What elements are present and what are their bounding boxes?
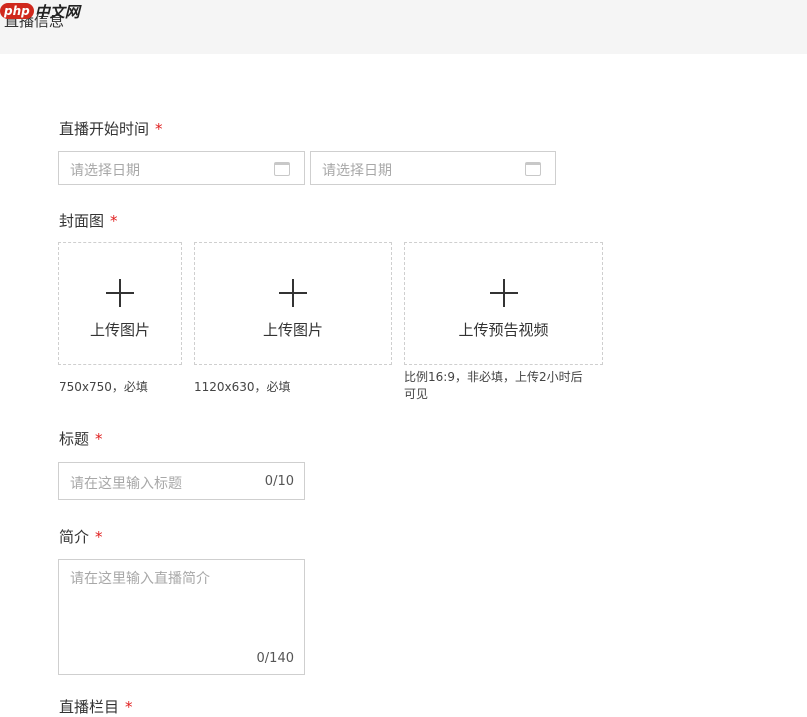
required-mark: * xyxy=(155,120,163,138)
title-placeholder: 请在这里输入标题 xyxy=(70,476,182,492)
cover-label: 封面图 * xyxy=(59,210,118,231)
end-date-picker[interactable]: 请选择日期 xyxy=(310,151,556,185)
plus-icon xyxy=(489,279,518,307)
intro-label-text: 简介 xyxy=(59,528,90,546)
title-char-counter: 0/10 xyxy=(264,474,294,489)
plus-icon xyxy=(279,279,307,307)
title-label-text: 标题 xyxy=(59,430,90,448)
category-label-text: 直播栏目 xyxy=(59,698,120,716)
title-label: 标题 * xyxy=(59,428,103,449)
preview-video-hint: 比例16:9，非必填，上传2小时后可见 xyxy=(404,370,583,401)
cover-label-text: 封面图 xyxy=(59,212,105,230)
intro-textarea[interactable]: 请在这里输入直播简介 0/140 xyxy=(58,559,305,675)
upload-cover-square-label: 上传图片 xyxy=(89,321,150,339)
start-time-label-text: 直播开始时间 xyxy=(59,120,150,138)
required-mark: * xyxy=(110,212,118,230)
upload-cover-square[interactable]: 上传图片 xyxy=(58,242,182,365)
cover-square-hint: 750x750，必填 xyxy=(59,380,148,394)
upload-preview-video-label: 上传预告视频 xyxy=(458,321,549,339)
intro-char-counter: 0/140 xyxy=(256,651,294,666)
upload-preview-video[interactable]: 上传预告视频 xyxy=(404,242,603,365)
site-watermark-logo: php 中文网 xyxy=(0,0,80,22)
upload-cover-wide[interactable]: 上传图片 xyxy=(194,242,392,365)
category-label: 直播栏目 * xyxy=(59,696,133,717)
upload-cover-wide-label: 上传图片 xyxy=(262,321,323,339)
plus-icon xyxy=(106,279,134,307)
start-date-placeholder: 请选择日期 xyxy=(70,163,140,179)
cover-wide-hint: 1120x630，必填 xyxy=(194,380,291,394)
watermark-php: php xyxy=(0,3,34,19)
required-mark: * xyxy=(95,528,103,546)
intro-placeholder: 请在这里输入直播简介 xyxy=(70,571,210,587)
required-mark: * xyxy=(125,698,133,716)
end-date-placeholder: 请选择日期 xyxy=(322,163,392,179)
intro-label: 简介 * xyxy=(59,526,103,547)
start-time-label: 直播开始时间 * xyxy=(59,118,163,139)
calendar-icon[interactable] xyxy=(274,162,290,176)
page-header: 直播信息 xyxy=(0,0,807,54)
title-input[interactable]: 请在这里输入标题 0/10 xyxy=(58,462,305,500)
required-mark: * xyxy=(95,430,103,448)
calendar-icon[interactable] xyxy=(525,162,541,176)
watermark-cn: 中文网 xyxy=(34,2,80,21)
start-date-picker[interactable]: 请选择日期 xyxy=(58,151,305,185)
